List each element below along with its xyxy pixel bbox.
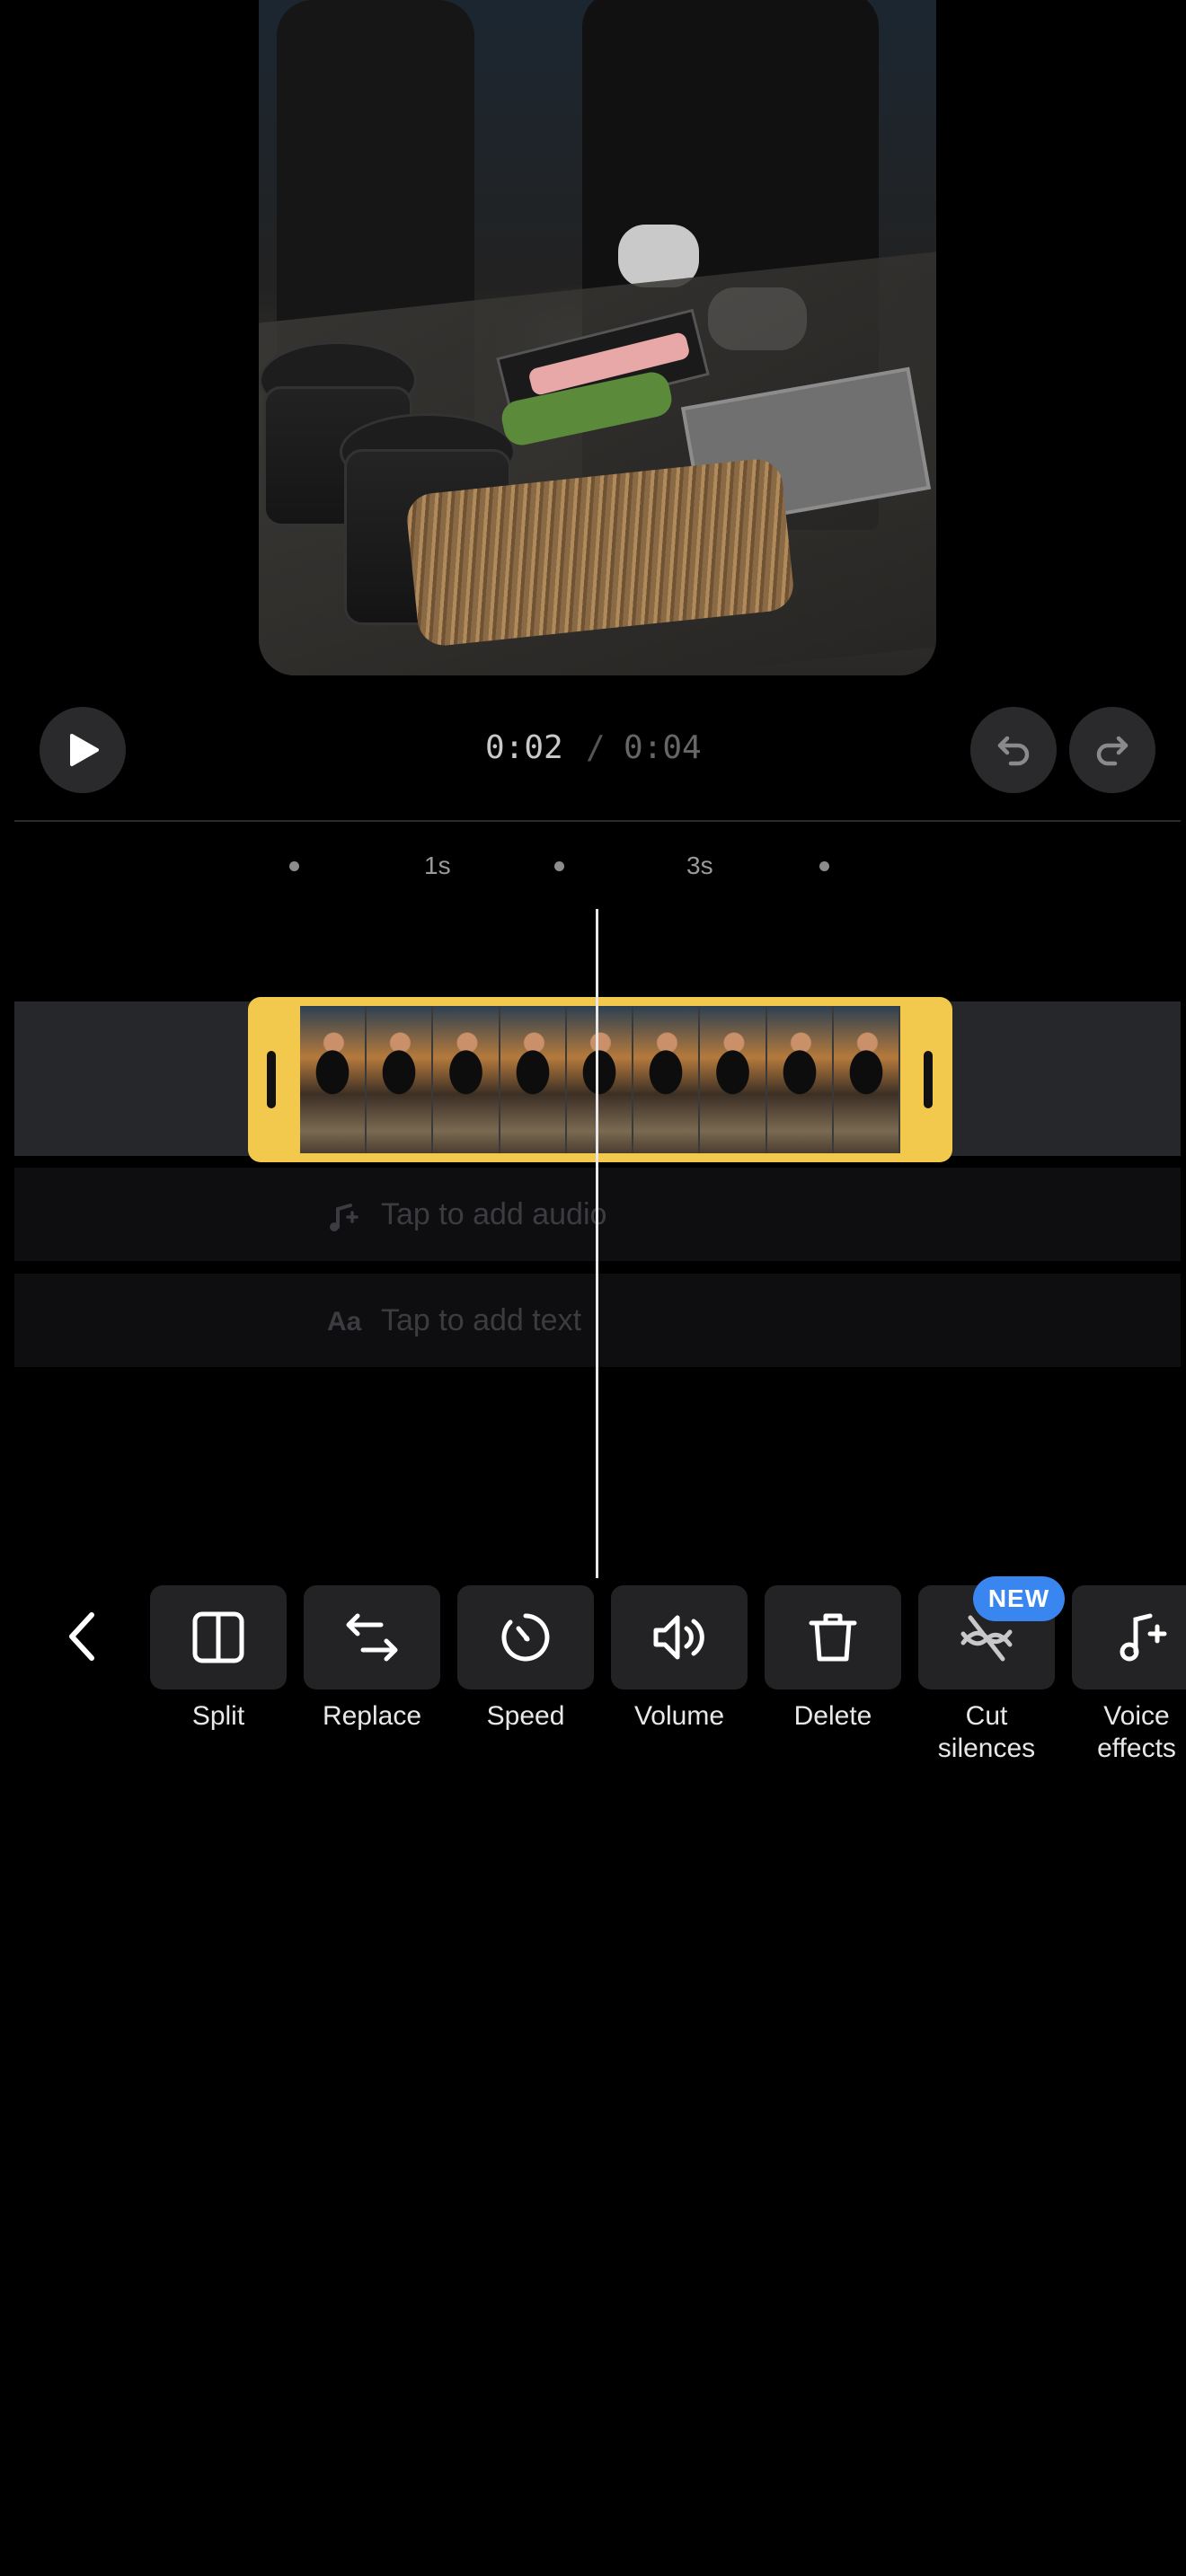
- thumbnail-frame: [766, 1006, 834, 1153]
- split-label: Split: [191, 1701, 245, 1731]
- play-icon: [70, 734, 99, 766]
- speed-icon: [501, 1613, 550, 1662]
- back-button[interactable]: [54, 1608, 111, 1665]
- ruler-label: 3s: [686, 851, 713, 879]
- thumbnail-frame: [833, 1006, 900, 1153]
- speed-label: Speed: [486, 1701, 565, 1731]
- cut-silences-label-line1: Cut: [965, 1701, 1008, 1731]
- thumbnail-frame: [300, 1006, 367, 1153]
- voice-effects-icon: [1120, 1613, 1166, 1662]
- add-audio-label: Tap to add audio: [381, 1197, 607, 1231]
- thumbnail-frame: [633, 1006, 701, 1153]
- thumbnail-frame: [700, 1006, 767, 1153]
- speed-button[interactable]: [457, 1585, 594, 1689]
- cut-silences-label: Cut silences: [918, 1700, 1055, 1765]
- split-button[interactable]: [150, 1585, 287, 1689]
- play-button[interactable]: [40, 707, 126, 793]
- volume-icon: [653, 1615, 704, 1660]
- replace-icon: [346, 1613, 398, 1662]
- video-preview[interactable]: [259, 0, 936, 675]
- split-icon: [192, 1611, 244, 1663]
- add-text-label: Tap to add text: [381, 1303, 582, 1337]
- ruler-tick: [554, 861, 564, 871]
- thumbnail-frame: [367, 1006, 434, 1153]
- divider: [14, 820, 1181, 822]
- voice-effects-label-line1: Voice: [1103, 1701, 1170, 1731]
- ruler-tick: [819, 861, 829, 871]
- ruler-tick: [289, 861, 299, 871]
- cut-silences-label-line2: silences: [937, 1734, 1036, 1763]
- redo-icon: [1096, 736, 1128, 766]
- clip-thumbnails: [300, 1006, 900, 1153]
- clip-trim-handle-left[interactable]: [267, 1051, 276, 1108]
- total-time: 0:04: [624, 729, 702, 766]
- voice-effects-label: Voice effects: [1087, 1700, 1186, 1765]
- thumbnail-frame: [500, 1006, 567, 1153]
- undo-button[interactable]: [970, 707, 1057, 793]
- volume-label: Volume: [633, 1701, 725, 1731]
- text-icon: Aa: [327, 1307, 362, 1337]
- replace-button[interactable]: [304, 1585, 440, 1689]
- trash-icon: [809, 1613, 857, 1662]
- thumbnail-frame: [566, 1006, 634, 1153]
- voice-effects-label-line2: effects: [1097, 1734, 1176, 1763]
- volume-button[interactable]: [611, 1585, 748, 1689]
- music-note-add-icon: [330, 1204, 358, 1231]
- replace-label: Replace: [322, 1701, 422, 1731]
- redo-button[interactable]: [1069, 707, 1155, 793]
- playhead[interactable]: [596, 909, 598, 1578]
- undo-icon: [997, 736, 1030, 766]
- voice-effects-button[interactable]: [1072, 1585, 1186, 1689]
- current-time: 0:02: [485, 729, 563, 766]
- delete-button[interactable]: [765, 1585, 901, 1689]
- chevron-left-icon: [69, 1612, 94, 1661]
- new-badge: NEW: [973, 1576, 1065, 1621]
- clip-trim-handle-right[interactable]: [924, 1051, 933, 1108]
- thumbnail-frame: [433, 1006, 500, 1153]
- time-separator: /: [586, 729, 606, 766]
- delete-label: Delete: [793, 1701, 872, 1731]
- ruler-label: 1s: [424, 851, 451, 879]
